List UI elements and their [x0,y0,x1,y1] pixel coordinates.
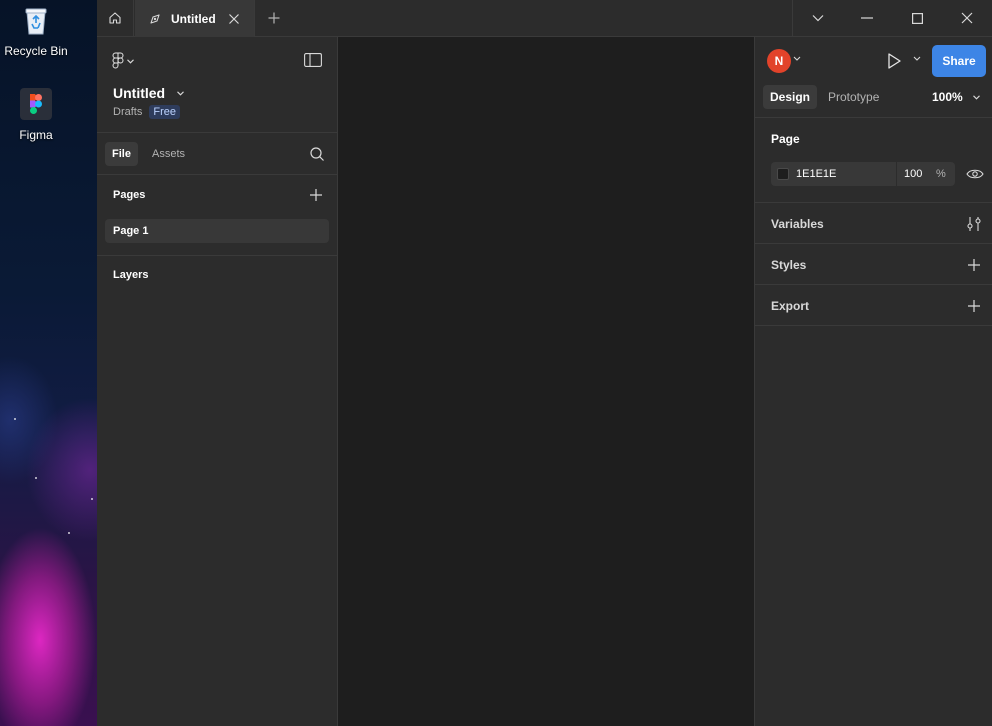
page-item-label: Page 1 [113,225,149,237]
wallpaper-star [68,532,70,534]
variables-label: Variables [771,217,824,231]
styles-label: Styles [771,258,807,272]
tab-prototype[interactable]: Prototype [821,85,886,109]
window-controls [792,0,992,36]
chevron-down-icon [812,14,824,22]
plus-icon [268,12,280,24]
figma-draft-icon [147,11,163,27]
chevron-down-icon [127,58,134,64]
properties-header: N Share Design Prototype 100% [755,37,992,118]
plan-badge[interactable]: Free [149,105,180,119]
styles-row[interactable]: Styles [755,244,992,285]
new-tab-button[interactable] [262,0,286,36]
plus-icon[interactable] [966,298,982,314]
eye-icon[interactable] [966,168,984,180]
chevron-down-icon [177,90,184,96]
present-button[interactable] [886,52,902,70]
left-sidebar: Untitled Drafts Free File Assets Pages P… [97,37,338,726]
left-panel-tabs: File Assets [97,133,337,175]
tab-untitled[interactable]: Untitled [135,0,255,37]
wallpaper-star [14,418,16,420]
wallpaper-star [35,477,37,479]
tab-title: Untitled [171,11,216,26]
zoom-level: 100% [932,90,963,104]
chevron-down-icon [972,94,980,100]
sidebar-toggle-icon[interactable] [304,53,322,69]
tab-design[interactable]: Design [763,85,818,109]
opacity-unit: % [936,168,946,180]
field-divider [896,162,897,186]
maximize-icon [911,12,923,24]
chevron-down-icon[interactable] [793,56,803,66]
desktop-icon-label: Figma [19,128,53,142]
figma-menu-icon [112,52,124,70]
color-swatch[interactable] [777,168,789,180]
opacity-input[interactable]: 100 [904,168,930,180]
chevron-down-icon[interactable] [913,56,923,66]
home-icon [108,11,122,25]
wallpaper-star [91,498,93,500]
avatar[interactable]: N [767,49,791,73]
plus-icon[interactable] [966,257,982,273]
layers-heading: Layers [113,269,149,281]
file-header: Untitled Drafts Free [97,37,337,133]
tab-file[interactable]: File [105,142,138,166]
export-label: Export [771,299,810,313]
tab-list-button[interactable] [792,0,842,36]
figma-window: Untitled Untitled Drafts Free File Asset… [97,0,992,726]
minimize-icon [861,17,873,19]
tab-assets[interactable]: Assets [145,142,192,166]
close-icon [961,12,973,24]
export-row[interactable]: Export [755,285,992,326]
drafts-link[interactable]: Drafts [113,106,142,118]
maximize-button[interactable] [892,0,942,36]
page-item[interactable]: Page 1 [105,219,329,243]
page-background-section: Page 1E1E1E 100 % [755,118,992,203]
file-location: Drafts Free [113,105,180,119]
home-button[interactable] [97,0,134,36]
title-bar: Untitled [97,0,992,37]
main-menu-button[interactable] [112,51,134,71]
search-icon[interactable] [309,146,325,162]
pages-heading: Pages [113,189,146,201]
hex-input[interactable]: 1E1E1E [796,168,896,180]
variables-row[interactable]: Variables [755,203,992,244]
page-color-field[interactable]: 1E1E1E 100 % [771,162,955,186]
canvas[interactable] [338,37,754,726]
desktop-icon-figma[interactable]: Figma [0,88,74,142]
desktop-icon-label: Recycle Bin [4,44,68,58]
file-name-button[interactable]: Untitled [113,85,184,101]
zoom-dropdown[interactable]: 100% [932,90,980,104]
add-page-button[interactable] [308,187,324,203]
close-icon[interactable] [226,11,242,27]
page-heading: Page [771,132,800,146]
figma-logo-icon [20,88,52,120]
sliders-icon[interactable] [966,216,982,232]
desktop-wallpaper: Recycle Bin Figma [0,0,97,726]
desktop-icon-recycle-bin[interactable]: Recycle Bin [0,6,74,58]
minimize-button[interactable] [842,0,892,36]
share-button[interactable]: Share [932,45,986,77]
pages-section: Pages Page 1 [97,175,337,256]
close-window-button[interactable] [942,0,992,36]
right-sidebar: N Share Design Prototype 100% Page 1E1E1… [754,37,992,726]
file-name: Untitled [113,85,166,101]
recycle-bin-icon [23,6,49,36]
